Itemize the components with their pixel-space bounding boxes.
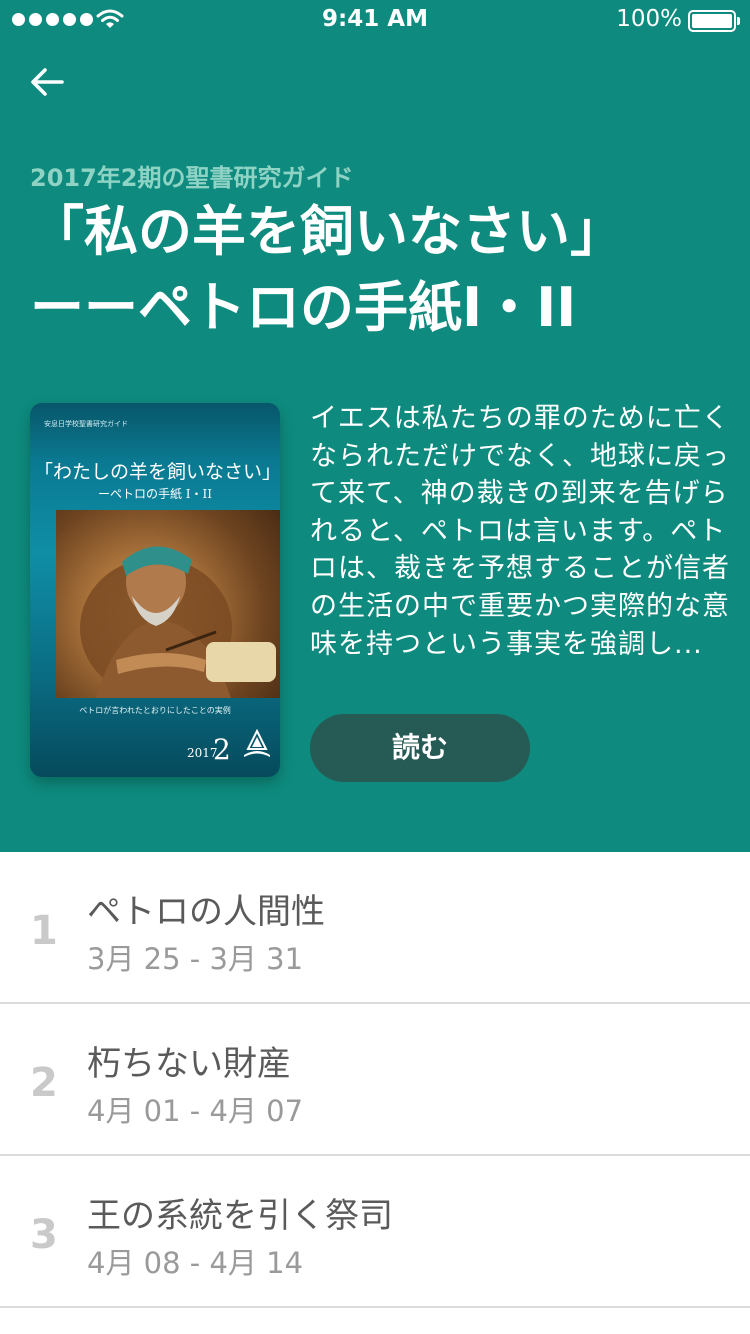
page-title: 「私の羊を飼いなさい」 ーーペトロの手紙I・II bbox=[30, 194, 730, 346]
lesson-dates: 4月 08 - 4月 14 bbox=[87, 1246, 304, 1280]
lesson-number: 1 bbox=[30, 908, 58, 954]
arrow-left-icon[interactable] bbox=[28, 62, 68, 102]
lesson-dates: 4月 01 - 4月 07 bbox=[87, 1094, 304, 1128]
quarterly-cover-image[interactable]: 安息日学校聖書研究ガイド 「わたしの羊を飼いなさい」 ーペトロの手紙 I・II … bbox=[30, 403, 280, 777]
church-logo-icon bbox=[244, 729, 270, 757]
cover-subtitle: ーペトロの手紙 I・II bbox=[97, 487, 213, 501]
lesson-row[interactable]: 1 ペトロの人間性 3月 25 - 3月 31 bbox=[0, 852, 750, 1004]
lesson-row[interactable]: 3 王の系統を引く祭司 4月 08 - 4月 14 bbox=[0, 1156, 750, 1308]
quarterly-description: イエスは私たちの罪のために亡くなられただけでなく、地球に戻って来て、神の裁きの到… bbox=[310, 403, 730, 660]
page-title-line-1: 「私の羊を飼いなさい」 bbox=[30, 200, 624, 263]
quarterly-subtitle: 2017年2期の聖書研究ガイド bbox=[30, 164, 354, 192]
cover-caption: ペトロが言われたとおりにしたことの実例 bbox=[79, 706, 231, 715]
battery-icon bbox=[688, 10, 740, 32]
lesson-title: 朽ちない財産 bbox=[87, 1044, 291, 1084]
lesson-dates: 3月 25 - 3月 31 bbox=[87, 942, 304, 976]
status-bar: 9:41 AM 100% bbox=[0, 0, 750, 40]
lesson-number: 3 bbox=[30, 1212, 58, 1258]
page-title-line-2: ーーペトロの手紙I・II bbox=[30, 276, 577, 339]
hero-header: 9:41 AM 100% 2017年2期の聖書研究ガイド 「私の羊を飼いなさい」… bbox=[0, 0, 750, 852]
cover-painting bbox=[56, 510, 280, 698]
battery-percent: 100% bbox=[616, 6, 682, 32]
lesson-row[interactable]: 2 朽ちない財産 4月 01 - 4月 07 bbox=[0, 1004, 750, 1156]
lesson-title: ペトロの人間性 bbox=[87, 892, 325, 932]
cover-top-text: 安息日学校聖書研究ガイド bbox=[44, 420, 128, 428]
lesson-number: 2 bbox=[30, 1060, 58, 1106]
cover-quarter: 2 bbox=[213, 733, 231, 766]
lesson-list: 1 ペトロの人間性 3月 25 - 3月 31 2 朽ちない財産 4月 01 -… bbox=[0, 852, 750, 1308]
cover-title: 「わたしの羊を飼いなさい」 bbox=[34, 461, 280, 483]
read-button[interactable]: 読む bbox=[310, 714, 530, 782]
lesson-title: 王の系統を引く祭司 bbox=[87, 1196, 393, 1236]
